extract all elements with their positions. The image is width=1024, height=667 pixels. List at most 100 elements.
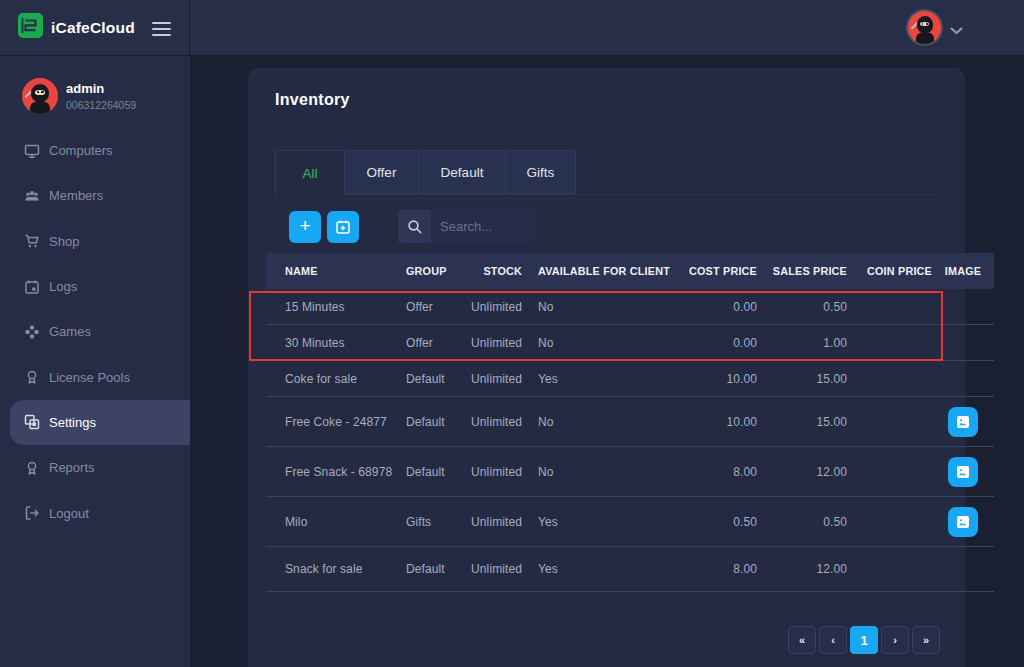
page-title: Inventory — [275, 91, 350, 109]
table-row[interactable]: Snack for saleDefaultUnlimitedYes8.0012.… — [266, 547, 994, 592]
table-row[interactable]: Coke for saleDefaultUnlimitedYes10.0015.… — [266, 361, 994, 397]
sidebar-item-label: Reports — [49, 460, 95, 475]
sidebar-item-label: Logout — [49, 506, 89, 521]
cell-sales-price: 15.00 — [757, 415, 847, 429]
shop-icon — [24, 233, 40, 250]
column-header-name: NAME — [266, 265, 406, 277]
cell-image — [932, 507, 994, 537]
cell-sales-price: 12.00 — [757, 465, 847, 479]
cell-group: Gifts — [406, 515, 466, 529]
cell-stock: Unlimited — [466, 562, 522, 576]
cell-stock: Unlimited — [466, 372, 522, 386]
cell-sales-price: 15.00 — [757, 372, 847, 386]
members-icon — [24, 187, 40, 204]
sidebar-item-computers[interactable]: Computers — [0, 128, 190, 173]
column-header-group: GROUP — [406, 265, 466, 277]
cell-cost-price: 10.00 — [672, 415, 757, 429]
tab-offer[interactable]: Offer — [345, 150, 419, 194]
cell-cost-price: 0.00 — [672, 336, 757, 350]
cell-name: 15 Minutes — [266, 300, 406, 314]
sidebar-item-settings[interactable]: Settings — [10, 400, 190, 445]
image-button[interactable] — [948, 407, 978, 437]
table-row[interactable]: MiloGiftsUnlimitedYes0.500.50 — [266, 497, 994, 547]
sidebar-item-license-pools[interactable]: License Pools — [0, 354, 190, 399]
cell-name: Free Snack - 68978 — [266, 465, 406, 479]
license-pools-icon — [24, 369, 40, 386]
page-1-button[interactable]: 1 — [850, 626, 878, 654]
sidebar-item-games[interactable]: Games — [0, 309, 190, 354]
sidebar-item-label: License Pools — [49, 370, 130, 385]
chevron-down-icon[interactable] — [950, 21, 963, 39]
cell-group: Default — [406, 465, 466, 479]
topbar-user-menu[interactable] — [908, 11, 963, 44]
cell-group: Offer — [406, 300, 466, 314]
settings-icon — [24, 414, 40, 431]
tab-default[interactable]: Default — [419, 150, 506, 194]
sidebar-item-label: Members — [49, 188, 103, 203]
cell-name: Coke for sale — [266, 372, 406, 386]
sidebar-menu: Computers Members Shop LogsGames License Poo… — [0, 128, 190, 536]
column-header-cost-price: COST PRICE — [672, 265, 757, 277]
add-item-button[interactable]: + — [289, 211, 321, 243]
table-header: NAMEGROUPSTOCKAVAILABLE FOR CLIENTCOST P… — [266, 253, 994, 289]
user-avatar[interactable] — [908, 11, 941, 44]
tab-all[interactable]: All — [275, 150, 345, 195]
logs-icon — [24, 278, 40, 295]
brand-logo-icon — [17, 12, 44, 43]
menu-toggle-icon[interactable] — [152, 22, 171, 39]
tabbar: AllOfferDefaultGifts — [275, 150, 940, 195]
cell-cost-price: 8.00 — [672, 465, 757, 479]
sidebar-item-shop[interactable]: Shop — [0, 219, 190, 264]
cell-cost-price: 0.00 — [672, 300, 757, 314]
tab-gifts[interactable]: Gifts — [506, 150, 576, 194]
cell-stock: Unlimited — [466, 415, 522, 429]
toolbar: + — [289, 210, 536, 243]
cell-available: No — [522, 336, 672, 350]
cell-stock: Unlimited — [466, 465, 522, 479]
first-page-button[interactable]: « — [788, 626, 816, 654]
cell-stock: Unlimited — [466, 515, 522, 529]
cell-sales-price: 0.50 — [757, 515, 847, 529]
last-page-button[interactable]: » — [912, 626, 940, 654]
sidebar-item-reports[interactable]: Reports — [0, 445, 190, 490]
search-box — [398, 210, 536, 243]
cell-available: Yes — [522, 372, 672, 386]
cell-image — [932, 457, 994, 487]
sidebar-user-id: 006312264059 — [66, 99, 136, 111]
table-row[interactable]: Free Coke - 24877DefaultUnlimitedNo10.00… — [266, 397, 994, 447]
table-row[interactable]: Free Snack - 68978DefaultUnlimitedNo8.00… — [266, 447, 994, 497]
column-header-image: IMAGE — [932, 265, 994, 277]
sidebar: admin 006312264059 Computers Members Shop L… — [0, 56, 190, 667]
image-button[interactable] — [948, 457, 978, 487]
cell-sales-price: 1.00 — [757, 336, 847, 350]
cell-name: Milo — [266, 515, 406, 529]
computers-icon — [24, 142, 40, 159]
cell-stock: Unlimited — [466, 336, 522, 350]
sidebar-user: admin 006312264059 — [22, 78, 136, 114]
sidebar-item-label: Computers — [49, 143, 113, 158]
cell-available: No — [522, 300, 672, 314]
cell-available: Yes — [522, 515, 672, 529]
image-button[interactable] — [948, 507, 978, 537]
sidebar-item-members[interactable]: Members — [0, 173, 190, 218]
topbar: iCafeCloud — [0, 0, 1024, 56]
cell-name: Snack for sale — [266, 562, 406, 576]
cell-stock: Unlimited — [466, 300, 522, 314]
table-row[interactable]: 30 MinutesOfferUnlimitedNo0.001.00 — [266, 325, 994, 361]
cell-cost-price: 8.00 — [672, 562, 757, 576]
column-header-sales-price: SALES PRICE — [757, 265, 847, 277]
sidebar-item-label: Shop — [49, 234, 79, 249]
brand-name: iCafeCloud — [51, 19, 135, 37]
add-offer-button[interactable] — [327, 211, 359, 243]
sidebar-item-logs[interactable]: Logs — [0, 264, 190, 309]
games-icon — [24, 323, 40, 340]
search-input[interactable] — [431, 210, 536, 243]
cell-group: Offer — [406, 336, 466, 350]
sidebar-item-logout[interactable]: Logout — [0, 490, 190, 535]
cell-available: No — [522, 465, 672, 479]
prev-page-button[interactable]: ‹ — [819, 626, 847, 654]
search-icon — [398, 210, 431, 243]
next-page-button[interactable]: › — [881, 626, 909, 654]
sidebar-avatar — [22, 78, 58, 114]
table-row[interactable]: 15 MinutesOfferUnlimitedNo0.000.50 — [266, 289, 994, 325]
